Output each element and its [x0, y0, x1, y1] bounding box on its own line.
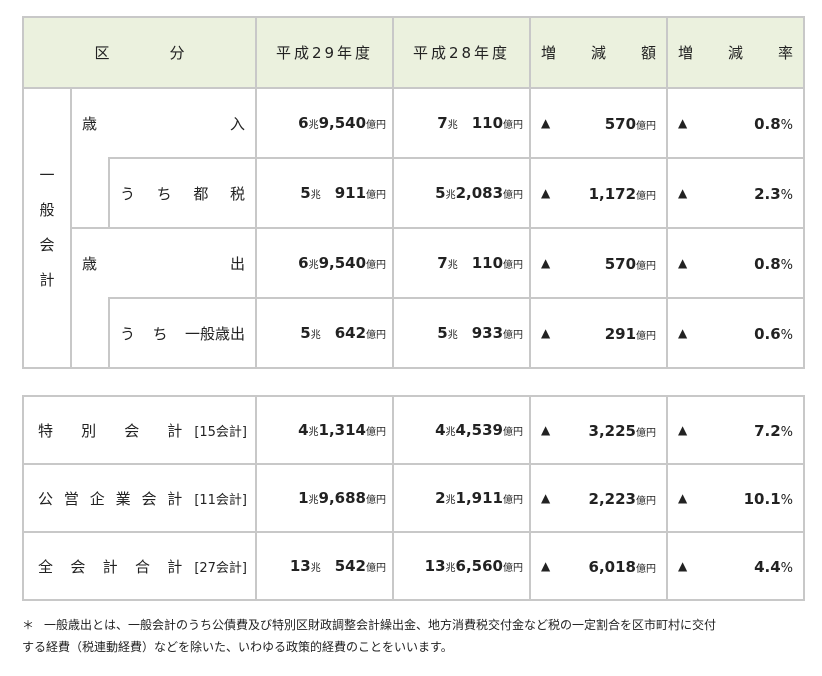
- label-expenditure: 歳出: [69, 227, 258, 298]
- fy28-value: 5兆2,083億円: [392, 157, 532, 229]
- footnote: ＊ 一般歳出とは、一般会計のうち公債費及び特別区財政調整会計繰出金、地方消費税交付…: [22, 614, 802, 658]
- fy29-value: 5兆 642億円: [255, 297, 395, 369]
- fy28-value: 4兆4,539億円: [392, 395, 531, 465]
- diff-value: ▲ 2,223億円: [529, 463, 668, 533]
- fy29-value: 6兆9,540億円: [255, 227, 395, 299]
- rate-value: ▲ 4.4%: [666, 531, 805, 601]
- indent-cell: [70, 298, 110, 369]
- fy29-value: 4兆1,314億円: [255, 395, 394, 465]
- label-public-enterprise: 公営企業会計 [11会計]: [22, 463, 257, 533]
- rate-value: ▲ 0.8%: [666, 227, 806, 299]
- header-change-rate: 増減率: [666, 16, 806, 89]
- row-public-enterprise: 公営企業会計 [11会計] 1兆9,688億円 2兆1,911億円 ▲ 2,223…: [22, 463, 805, 533]
- indent-cell: [70, 158, 110, 229]
- label-special-accounts: 特別会計 [15会計]: [22, 395, 257, 465]
- label-revenue: 歳入: [69, 87, 258, 158]
- diff-value: ▲ 3,225億円: [529, 395, 668, 465]
- row-revenue: 一 般 会 計 歳入 6兆9,540億円 7兆 110億円 ▲ 570億円 ▲ 0.8…: [22, 87, 806, 369]
- footnote-line-2: する経費（税連動経費）などを除いた、いわゆる政策的経費のことをいいます。: [22, 640, 453, 654]
- diff-value: ▲ 291億円: [529, 297, 669, 369]
- row-special-accounts: 特別会計 [15会計] 4兆1,314億円 4兆4,539億円 ▲ 3,225億円…: [22, 395, 805, 465]
- fy29-value: 1兆9,688億円: [255, 463, 394, 533]
- diff-value: ▲ 570億円: [529, 227, 669, 299]
- fy28-value: 13兆6,560億円: [392, 531, 531, 601]
- diff-value: ▲ 570億円: [529, 87, 669, 159]
- rate-value: ▲ 0.8%: [666, 87, 806, 159]
- row-all-accounts: 全会計合計 [27会計] 13兆 542億円 13兆6,560億円 ▲ 6,018億…: [22, 531, 805, 601]
- header-fy28: 平成28年度: [392, 16, 532, 89]
- header-change-amount: 増減額: [529, 16, 669, 89]
- rate-value: ▲ 7.2%: [666, 395, 805, 465]
- fy29-value: 6兆9,540億円: [255, 87, 395, 159]
- row-metro-tax: うち都税 5兆 911億円 5兆2,083億円 ▲ 1,172億円 ▲ 2.3%: [23, 157, 806, 229]
- footnote-mark: ＊: [22, 618, 35, 632]
- general-account-label: 一 般 会 計: [22, 87, 72, 369]
- footnote-line-1: 一般歳出とは、一般会計のうち公債費及び特別区財政調整会計繰出金、地方消費税交付金…: [44, 618, 717, 632]
- header-fy29: 平成29年度: [255, 16, 395, 89]
- fy28-value: 2兆1,911億円: [392, 463, 531, 533]
- diff-value: ▲ 6,018億円: [529, 531, 668, 601]
- fy28-value: 5兆 933億円: [392, 297, 532, 369]
- fy29-value: 13兆 542億円: [255, 531, 394, 601]
- label-general-expenditure: うち一般歳出: [107, 297, 258, 369]
- fy28-value: 7兆 110億円: [392, 227, 532, 299]
- fy28-value: 7兆 110億円: [392, 87, 532, 159]
- header-category: 区 分: [21, 16, 258, 89]
- fy29-value: 5兆 911億円: [255, 157, 395, 229]
- row-general-expenditure: うち一般歳出 5兆 642億円 5兆 933億円 ▲ 291億円 ▲ 0.6%: [23, 297, 806, 369]
- header-row: 区 分 平成29年度 平成28年度 増減額 増減率: [21, 16, 806, 89]
- diff-value: ▲ 1,172億円: [529, 157, 669, 229]
- label-all-accounts: 全会計合計 [27会計]: [22, 531, 257, 601]
- general-account-table: 区 分 平成29年度 平成28年度 増減額 増減率 一 般 会 計 歳入 6兆9…: [21, 16, 806, 369]
- row-expenditure: 歳出 6兆9,540億円 7兆 110億円 ▲ 570億円 ▲ 0.8%: [23, 227, 806, 299]
- rate-value: ▲ 2.3%: [666, 157, 806, 229]
- other-accounts-table: 特別会計 [15会計] 4兆1,314億円 4兆4,539億円 ▲ 3,225億円…: [22, 395, 805, 601]
- label-metro-tax: うち都税: [107, 157, 258, 229]
- rate-value: ▲ 0.6%: [666, 297, 806, 369]
- rate-value: ▲ 10.1%: [666, 463, 805, 533]
